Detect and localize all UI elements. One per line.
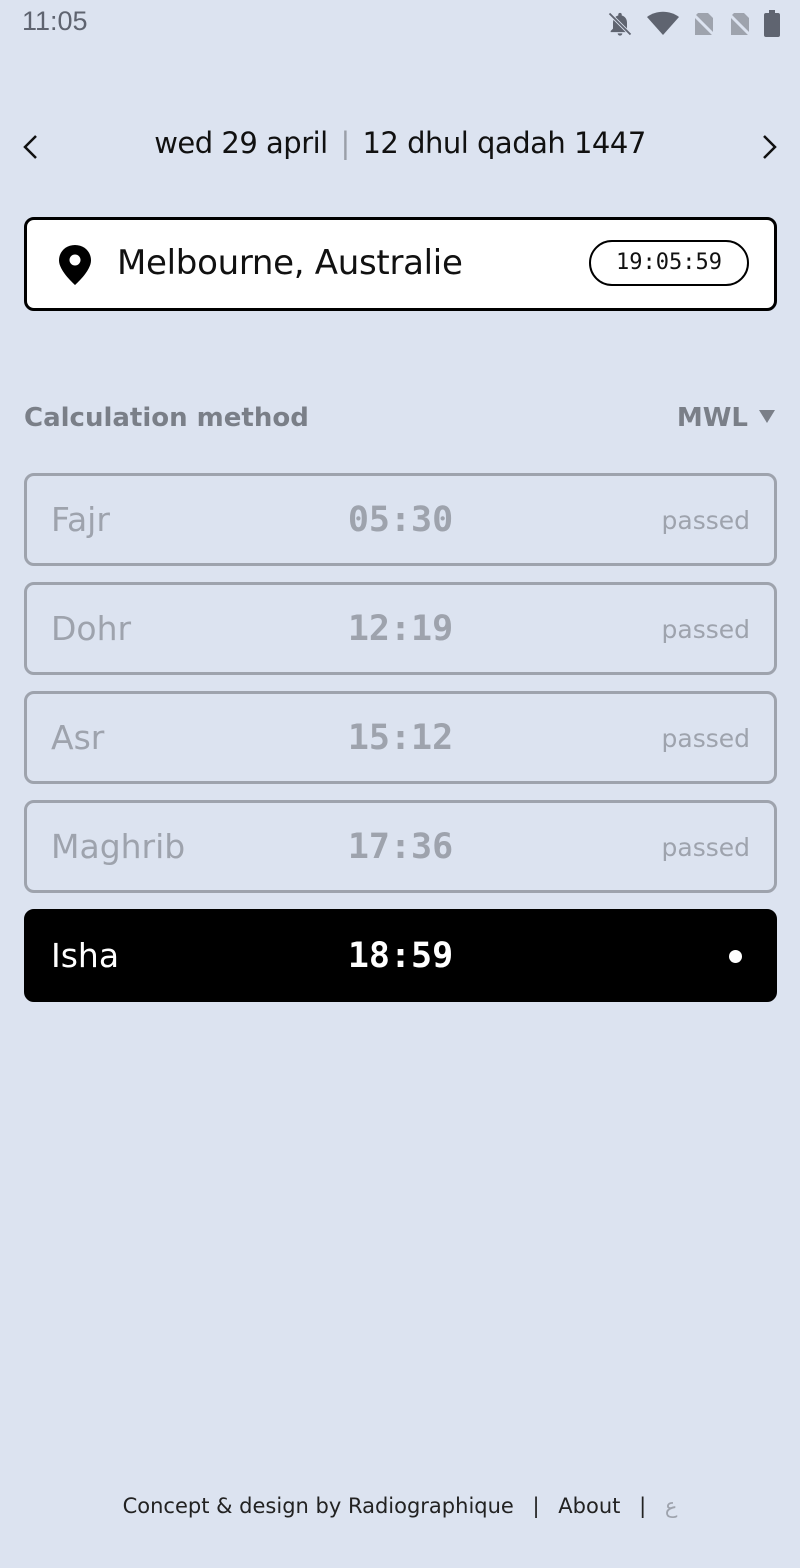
prayer-time: 18:59 bbox=[347, 936, 454, 976]
prayer-row-maghrib[interactable]: Maghrib 17:36 passed bbox=[24, 800, 777, 893]
prayer-status: passed bbox=[661, 833, 751, 862]
calculation-method-select[interactable]: MWL bbox=[677, 403, 776, 433]
status-icons bbox=[606, 10, 780, 38]
no-sim-icon bbox=[692, 11, 716, 37]
prayer-status: passed bbox=[661, 615, 751, 644]
local-clock: 19:05:59 bbox=[589, 240, 749, 286]
calculation-method-value: MWL bbox=[676, 403, 748, 433]
map-pin-icon bbox=[57, 244, 93, 290]
footer-separator-2: | bbox=[639, 1494, 647, 1518]
arabic-language-toggle[interactable]: ع bbox=[665, 1494, 678, 1518]
status-time: 11:05 bbox=[22, 6, 88, 36]
prayer-row-fajr[interactable]: Fajr 05:30 passed bbox=[24, 473, 777, 566]
prayer-row-isha[interactable]: Isha 18:59 bbox=[24, 909, 777, 1002]
prayer-row-asr[interactable]: Asr 15:12 passed bbox=[24, 691, 777, 784]
date-navigation: wed 29 april | 12 dhul qadah 1447 bbox=[0, 120, 800, 174]
about-link[interactable]: About bbox=[558, 1494, 620, 1518]
footer: Concept & design by Radiographique | Abo… bbox=[0, 1494, 800, 1518]
status-bar: 11:05 bbox=[0, 0, 800, 46]
date-separator: | bbox=[340, 126, 350, 160]
calculation-method-row: Calculation method MWL bbox=[24, 403, 776, 439]
chevron-right-icon[interactable] bbox=[752, 130, 786, 164]
gregorian-date: wed 29 april bbox=[154, 126, 328, 160]
no-sim-icon-2 bbox=[728, 11, 752, 37]
bell-off-icon bbox=[606, 10, 634, 38]
prayer-status: passed bbox=[661, 506, 751, 535]
footer-credit: Concept & design by Radiographique bbox=[122, 1494, 514, 1518]
location-card[interactable]: Melbourne, Australie 19:05:59 bbox=[24, 217, 777, 311]
location-name: Melbourne, Australie bbox=[117, 243, 463, 283]
wifi-icon bbox=[646, 11, 680, 37]
hijri-date: 12 dhul qadah 1447 bbox=[362, 126, 646, 160]
prayer-row-dohr[interactable]: Dohr 12:19 passed bbox=[24, 582, 777, 675]
battery-icon bbox=[764, 10, 780, 38]
dropdown-triangle-icon bbox=[758, 408, 776, 428]
prayer-status: passed bbox=[661, 724, 751, 753]
calculation-method-label: Calculation method bbox=[24, 403, 309, 433]
current-prayer-dot-icon bbox=[729, 950, 742, 963]
date-label: wed 29 april | 12 dhul qadah 1447 bbox=[0, 126, 800, 160]
footer-separator: | bbox=[532, 1494, 540, 1518]
